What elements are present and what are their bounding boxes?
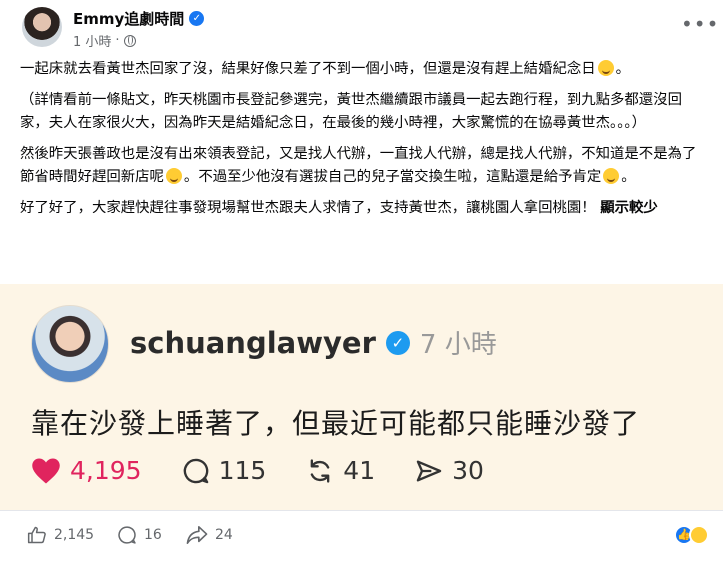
post-paragraph: 好了好了，大家趕快趕往事發現場幫世杰跟夫人求情了，支持黃世杰，讓桃園人拿回桃園！… [20, 197, 708, 221]
paragraph-text: 一起床就去看黃世杰回家了沒，結果好像只差了不到一個小時，但還是沒有趕上結婚紀念日 [20, 61, 596, 77]
post-timestamp[interactable]: 1 小時 [73, 31, 111, 50]
paragraph-text: （詳情看前一條貼文，昨天桃園市長登記參選完，黃世杰繼續跟市議員一起去跑行程，到九… [20, 91, 682, 132]
embed-repost-count: 41 [343, 456, 376, 485]
post-paragraph: 然後昨天張善政也是沒有出來領表登記，又是找人代辦，一直找人代辦，總是找人代辦，不… [20, 143, 708, 190]
embed-shares: 30 [415, 456, 484, 485]
globe-icon[interactable] [123, 34, 136, 47]
embed-likes: 4,195 [31, 456, 142, 485]
post-meta: 1 小時 · [73, 31, 136, 50]
embed-like-count: 4,195 [70, 456, 142, 485]
post-paragraph: 一起床就去看黃世杰回家了沒，結果好像只差了不到一個小時，但還是沒有趕上結婚紀念日… [20, 58, 708, 82]
embed-text: 靠在沙發上睡著了，但最近可能都只能睡沙發了 [31, 407, 641, 440]
embed-header: schuanglawyer ✓ 7 小時 [130, 324, 497, 361]
embed-replies: 115 [182, 456, 267, 485]
send-icon [416, 460, 442, 481]
haha-reaction-icon [689, 525, 709, 545]
more-dots-icon: ••• [681, 12, 720, 36]
embed-reply-count: 115 [218, 456, 267, 485]
post-footer: 2,145 16 24 👍 [0, 510, 723, 562]
author-row: Emmy追劇時間 ✓ [73, 8, 205, 29]
paragraph-text: 好了好了，大家趕快趕往事發現場幫世杰跟夫人求情了，支持黃世杰，讓桃園人拿回桃園！ [20, 199, 596, 216]
comment-icon [118, 526, 136, 544]
meta-separator: · [115, 33, 120, 48]
like-count: 2,145 [54, 527, 95, 543]
paragraph-end: 。 [615, 61, 631, 77]
comment-button[interactable]: 16 [117, 525, 162, 545]
paragraph-text: 。不過至少他沒有選拔自己的兒子當交換生啦，這點還是給予肯定 [183, 169, 602, 185]
embedded-threads-post[interactable]: schuanglawyer ✓ 7 小時 靠在沙發上睡著了，但最近可能都只能睡沙… [0, 284, 723, 510]
embed-handle: schuanglawyer [130, 325, 376, 360]
author-name[interactable]: Emmy追劇時間 [73, 8, 184, 29]
see-less-link[interactable]: 顯示較少 [600, 200, 658, 216]
share-icon [186, 526, 208, 544]
paragraph-end: 。 [621, 169, 636, 185]
grinning-emoji-icon [597, 60, 614, 76]
reply-icon [183, 458, 208, 483]
embed-stats: 4,195 115 41 30 [31, 456, 524, 485]
embed-reposts: 41 [306, 456, 375, 485]
comment-count: 16 [144, 527, 162, 543]
thumbs-up-icon [27, 526, 46, 544]
verified-badge-icon: ✓ [189, 11, 205, 26]
author-avatar[interactable] [22, 7, 62, 47]
embed-avatar [31, 305, 109, 383]
reaction-summary[interactable]: 👍 [674, 525, 709, 545]
post-text: 一起床就去看黃世杰回家了沒，結果好像只差了不到一個小時，但還是沒有趕上結婚紀念日… [20, 58, 708, 227]
embed-timestamp: 7 小時 [419, 330, 497, 360]
share-count: 24 [215, 527, 233, 543]
like-button[interactable]: 2,145 [27, 525, 94, 545]
grinning-emoji-icon [603, 168, 620, 184]
embed-share-count: 30 [452, 456, 484, 485]
share-button[interactable]: 24 [186, 525, 233, 545]
repost-icon [310, 458, 330, 483]
heart-icon [32, 458, 60, 483]
post-paragraph: （詳情看前一條貼文，昨天桃園市長登記參選完，黃世杰繼續跟市議員一起去跑行程，到九… [20, 89, 708, 136]
more-options-button[interactable]: ••• [681, 14, 718, 38]
post-header: Emmy追劇時間 ✓ 1 小時 · ••• [0, 0, 723, 58]
grinning-emoji-icon [165, 168, 182, 184]
verified-badge-icon: ✓ [385, 330, 410, 355]
